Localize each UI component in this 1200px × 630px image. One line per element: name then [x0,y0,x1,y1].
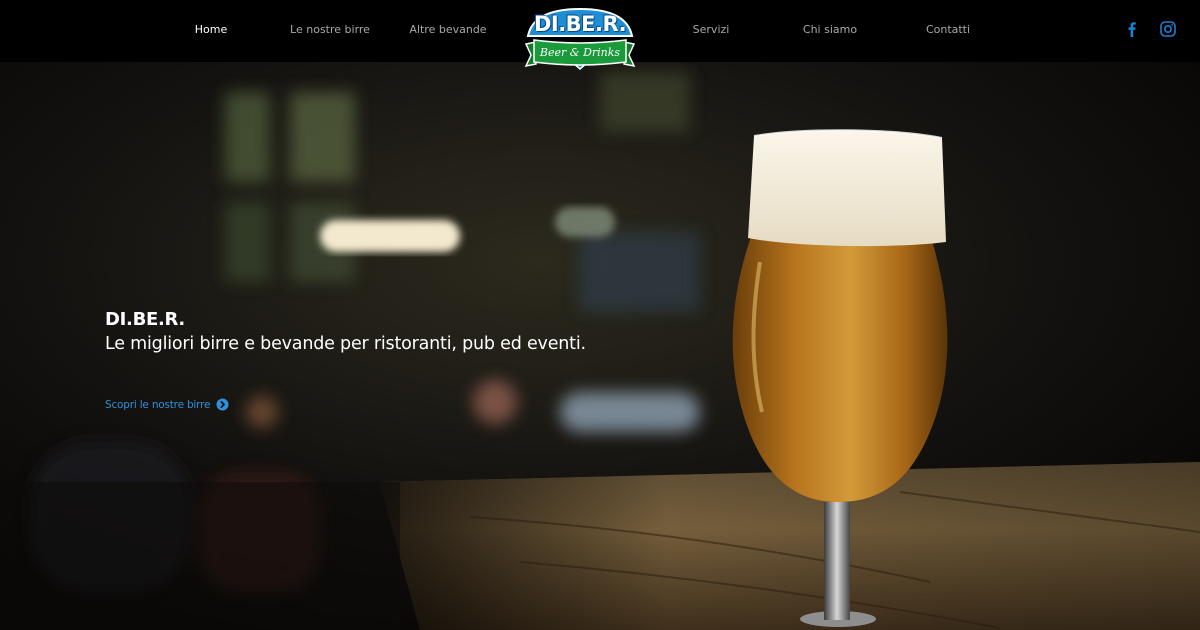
hero-title: DI.BE.R. [105,309,185,330]
hero-section: DI.BE.R. Le migliori birre e bevande per… [0,62,1200,630]
logo-title: DI.BE.R. [533,12,627,36]
nav-item-altre-bevande[interactable]: Altre bevande [409,23,486,36]
facebook-icon[interactable] [1123,20,1141,38]
discover-beers-label: Scopri le nostre birre [105,398,211,411]
instagram-icon[interactable] [1159,20,1177,38]
discover-beers-link[interactable]: Scopri le nostre birre [105,398,229,411]
nav-item-le-nostre-birre[interactable]: Le nostre birre [290,23,370,36]
chevron-right-circle-icon [216,398,229,411]
nav-item-contatti[interactable]: Contatti [926,23,970,36]
logo[interactable]: DI.BE.R. Beer & Drinks [522,6,638,72]
logo-subtitle: Beer & Drinks [539,46,621,59]
hero-subtitle: Le migliori birre e bevande per ristoran… [105,334,586,354]
nav-item-home[interactable]: Home [195,23,227,36]
nav-item-servizi[interactable]: Servizi [693,23,730,36]
nav-item-chi-siamo[interactable]: Chi siamo [803,23,857,36]
